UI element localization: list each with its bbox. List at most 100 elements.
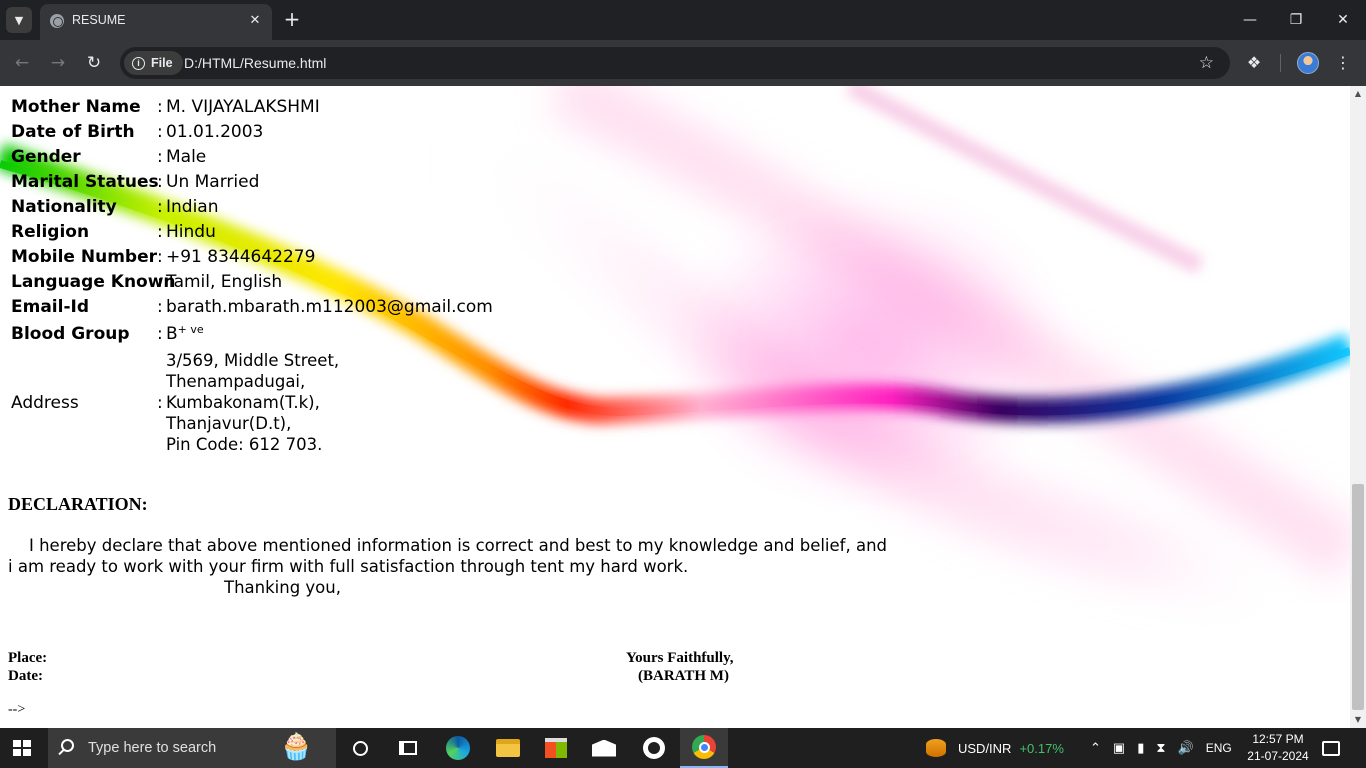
colon: : — [157, 122, 163, 142]
mail-app[interactable] — [580, 728, 628, 768]
detail-value: B+ ve — [166, 323, 204, 345]
url-text[interactable]: D:/HTML/Resume.html — [184, 55, 326, 71]
blood-group-value: B — [166, 324, 178, 344]
scrollbar-thumb[interactable] — [1352, 484, 1364, 710]
detail-label: Blood Group — [11, 324, 130, 344]
task-view-icon — [399, 741, 417, 755]
folder-icon — [496, 739, 520, 757]
volume-icon[interactable]: 🔊 — [1178, 740, 1194, 756]
close-tab-icon[interactable]: ✕ — [246, 12, 264, 30]
profile-avatar[interactable] — [1297, 52, 1319, 74]
chrome-app[interactable] — [680, 728, 728, 768]
extensions-puzzle-icon[interactable]: ❖ — [1242, 51, 1266, 75]
detail-value: Male — [166, 147, 207, 167]
tab-search-button[interactable]: ▼ — [6, 7, 32, 33]
microsoft-store-app[interactable] — [532, 728, 580, 768]
detail-label: Mother Name — [11, 97, 141, 117]
detail-value: +91 8344642279 — [166, 247, 316, 267]
windows-taskbar: Type here to search 🧁 USD/INR +0.17% ⌃ ▣… — [0, 728, 1366, 768]
cupcake-doodle-icon: 🧁 — [280, 731, 313, 761]
cortana-button[interactable] — [336, 728, 384, 768]
github-icon — [643, 737, 665, 759]
page-viewport: Father Name Mother Name : M. VIJAYALAKSH… — [0, 86, 1350, 728]
forward-button[interactable]: → — [47, 52, 69, 74]
tab-strip: ▼ RESUME ✕ + — ❐ ✕ — [0, 0, 1366, 40]
colon: : — [157, 222, 163, 242]
ticker-change: +0.17% — [1019, 740, 1064, 756]
colon: : — [157, 272, 163, 292]
detail-label: Mobile Number — [11, 247, 157, 267]
edge-app[interactable] — [434, 728, 482, 768]
colon: : — [157, 393, 163, 413]
windows-start-icon[interactable] — [13, 740, 31, 756]
chrome-icon — [692, 735, 716, 759]
scroll-up-arrow-icon[interactable]: ▲ — [1350, 86, 1366, 102]
clock-date: 21-07-2024 — [1247, 749, 1309, 763]
address-line: 3/569, Middle Street, — [166, 351, 340, 370]
new-tab-button[interactable]: + — [282, 9, 302, 29]
site-info-label: File — [151, 56, 173, 70]
place-label: Place: — [8, 650, 48, 666]
battery-icon[interactable]: ▮ — [1137, 740, 1144, 756]
more-menu-icon[interactable]: ⋮ — [1331, 51, 1355, 75]
address-line: Thanjavur(D.t), — [166, 414, 292, 433]
chevron-down-icon: ▼ — [14, 13, 24, 27]
detail-label: Language Known — [11, 272, 176, 292]
close-window-button[interactable]: ✕ — [1331, 8, 1355, 32]
colon: : — [157, 172, 163, 192]
edge-icon — [446, 736, 470, 760]
vertical-scrollbar[interactable]: ▲ ▼ — [1350, 86, 1366, 728]
mail-envelope-icon — [592, 739, 616, 757]
reload-button[interactable]: ↻ — [83, 52, 105, 74]
site-info-chip[interactable]: i File — [124, 51, 183, 75]
detail-label: Religion — [11, 222, 90, 242]
detail-value: Indian — [166, 197, 219, 217]
detail-label: Gender — [11, 147, 81, 167]
colon: : — [157, 197, 163, 217]
active-tab[interactable]: RESUME ✕ — [40, 4, 272, 40]
minimize-button[interactable]: — — [1238, 8, 1262, 32]
detail-value: Un Married — [166, 172, 260, 192]
github-desktop-app[interactable] — [630, 728, 678, 768]
declaration-heading: DECLARATION: — [8, 494, 148, 514]
restore-button[interactable]: ❐ — [1284, 8, 1308, 32]
detail-value: Hindu — [166, 222, 216, 242]
notifications-button[interactable] — [1322, 728, 1340, 768]
bookmark-star-icon[interactable]: ☆ — [1199, 53, 1214, 73]
declaration-line: I hereby declare that above mentioned in… — [8, 536, 888, 555]
store-icon — [545, 738, 567, 758]
colon: : — [157, 97, 163, 117]
blood-group-superscript: + ve — [177, 323, 204, 336]
task-view-button[interactable] — [384, 728, 432, 768]
detail-value: 01.01.2003 — [166, 122, 264, 142]
signature-name: (BARATH M) — [638, 668, 729, 684]
meet-now-icon[interactable]: ▣ — [1113, 740, 1125, 756]
scroll-down-arrow-icon[interactable]: ▼ — [1350, 712, 1366, 728]
detail-value: barath.mbarath.m112003@gmail.com — [166, 297, 493, 317]
toolbar-divider — [1280, 54, 1281, 72]
taskbar-clock[interactable]: 12:57 PM 21-07-2024 — [1240, 731, 1316, 765]
wifi-icon[interactable]: ⧗ — [1156, 740, 1165, 756]
search-placeholder: Type here to search — [88, 740, 217, 756]
stock-widget[interactable]: USD/INR +0.17% — [926, 728, 1064, 768]
browser-toolbar: ← → ↻ i File D:/HTML/Resume.html ☆ ❖ ⋮ — [0, 40, 1366, 86]
back-button[interactable]: ← — [11, 52, 33, 74]
address-bar[interactable]: i File D:/HTML/Resume.html ☆ — [120, 47, 1230, 79]
ticker-symbol: USD/INR — [958, 740, 1012, 756]
resume-content: Father Name Mother Name : M. VIJAYALAKSH… — [0, 86, 1350, 728]
file-explorer-app[interactable] — [484, 728, 532, 768]
colon: : — [157, 147, 163, 167]
info-icon: i — [132, 56, 145, 70]
coins-icon — [926, 739, 946, 757]
detail-label: Date of Birth — [11, 122, 135, 142]
detail-label: Marital Statues — [11, 172, 159, 192]
detail-value: M. VIJAYALAKSHMI — [166, 97, 320, 117]
language-indicator[interactable]: ENG — [1206, 741, 1232, 755]
tab-title: RESUME — [72, 13, 126, 27]
address-line: Thenampadugai, — [166, 372, 306, 391]
chevron-up-icon[interactable]: ⌃ — [1090, 740, 1101, 756]
system-tray-icons: ⌃ ▣ ▮ ⧗ 🔊 ENG — [1090, 728, 1232, 768]
thanking-text: Thanking you, — [224, 578, 341, 597]
taskbar-search-box[interactable]: Type here to search 🧁 — [48, 728, 336, 768]
detail-value: Tamil, English — [166, 272, 283, 292]
